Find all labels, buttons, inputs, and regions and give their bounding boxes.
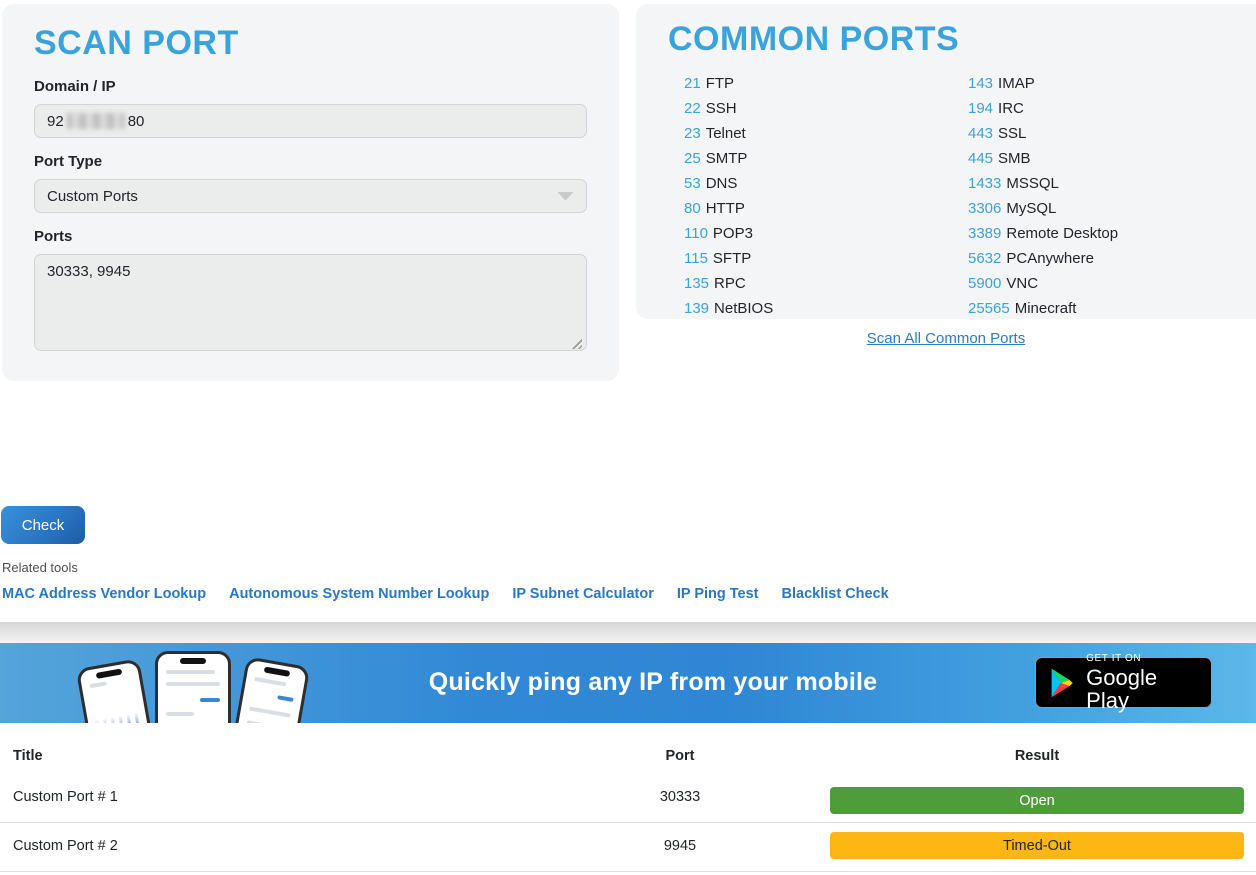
link-blacklist-check[interactable]: Blacklist Check	[782, 586, 889, 602]
port-item: 445SMB	[968, 146, 1236, 171]
google-play-icon	[1049, 667, 1075, 699]
port-item: 1433MSSQL	[968, 171, 1236, 196]
table-row-port: 30333	[610, 789, 750, 805]
page: SCAN PORT Domain / IP 92 80 Port Type Cus…	[0, 0, 1256, 875]
link-asn-lookup[interactable]: Autonomous System Number Lookup	[229, 586, 489, 602]
port-type-label: Port Type	[34, 153, 587, 170]
common-ports-grid: 21FTP 22SSH 23Telnet 25SMTP 53DNS 80HTTP…	[668, 71, 1248, 321]
port-item: 135RPC	[684, 271, 952, 296]
ports-textarea[interactable]	[34, 254, 587, 351]
related-tools-heading: Related tools	[2, 560, 78, 575]
domain-ip-label: Domain / IP	[34, 78, 587, 95]
port-item: 80HTTP	[684, 196, 952, 221]
port-item: 110POP3	[684, 221, 952, 246]
table-row-divider	[0, 822, 1256, 823]
scan-all-common-ports-wrap: Scan All Common Ports	[636, 330, 1256, 348]
port-type-select[interactable]: Custom Ports	[34, 179, 587, 213]
table-row-title: Custom Port # 2	[13, 838, 118, 854]
port-item: 53DNS	[684, 171, 952, 196]
port-item: 5900VNC	[968, 271, 1236, 296]
table-header-port: Port	[610, 748, 750, 764]
table-header-title: Title	[13, 748, 43, 764]
check-button[interactable]: Check	[1, 506, 85, 544]
common-ports-panel: COMMON PORTS 21FTP 22SSH 23Telnet 25SMTP…	[636, 4, 1256, 319]
domain-input[interactable]: 92 80	[34, 104, 587, 138]
port-item: 115SFTP	[684, 246, 952, 271]
port-item: 143IMAP	[968, 71, 1236, 96]
port-item: 22SSH	[684, 96, 952, 121]
port-item: 139NetBIOS	[684, 296, 952, 321]
google-play-large-text: Google Play	[1086, 666, 1198, 712]
phone-mockup	[155, 651, 231, 723]
domain-value-prefix: 92	[47, 113, 64, 130]
domain-value-suffix: 80	[128, 113, 145, 130]
port-item: 443SSL	[968, 121, 1236, 146]
domain-value-redacted	[67, 113, 125, 129]
common-ports-title: COMMON PORTS	[668, 20, 1248, 59]
port-item: 25SMTP	[684, 146, 952, 171]
port-item: 3389Remote Desktop	[968, 221, 1236, 246]
common-ports-column-2: 143IMAP 194IRC 443SSL 445SMB 1433MSSQL 3…	[952, 71, 1236, 321]
scan-port-panel: SCAN PORT Domain / IP 92 80 Port Type Cus…	[2, 4, 619, 381]
table-header-result: Result	[830, 748, 1244, 764]
scan-all-common-ports-link[interactable]: Scan All Common Ports	[867, 330, 1025, 347]
status-badge-open: Open	[830, 787, 1244, 814]
ports-label: Ports	[34, 228, 587, 245]
port-item: 25565Minecraft	[968, 296, 1236, 321]
status-badge-timed-out: Timed-Out	[830, 832, 1244, 859]
chevron-down-icon	[557, 192, 574, 201]
phone-notch	[180, 658, 206, 664]
port-item: 194IRC	[968, 96, 1236, 121]
link-ip-subnet-calculator[interactable]: IP Subnet Calculator	[512, 586, 654, 602]
link-ip-ping-test[interactable]: IP Ping Test	[677, 586, 759, 602]
google-play-badge[interactable]: GET IT ON Google Play	[1035, 657, 1212, 708]
port-item: 5632PCAnywhere	[968, 246, 1236, 271]
related-tools-links: MAC Address Vendor Lookup Autonomous Sys…	[2, 586, 889, 602]
table-row-title: Custom Port # 1	[13, 789, 118, 805]
port-item: 3306MySQL	[968, 196, 1236, 221]
scan-port-title: SCAN PORT	[34, 24, 587, 63]
common-ports-column-1: 21FTP 22SSH 23Telnet 25SMTP 53DNS 80HTTP…	[668, 71, 952, 321]
port-item: 23Telnet	[684, 121, 952, 146]
port-type-value: Custom Ports	[47, 188, 138, 205]
port-item: 21FTP	[684, 71, 952, 96]
link-mac-address-vendor-lookup[interactable]: MAC Address Vendor Lookup	[2, 586, 206, 602]
google-play-badge-text: GET IT ON Google Play	[1086, 653, 1198, 712]
table-row-divider	[0, 871, 1256, 872]
ports-textarea-wrap	[34, 254, 587, 356]
google-play-small-text: GET IT ON	[1086, 653, 1198, 666]
section-divider	[0, 622, 1256, 643]
table-row-port: 9945	[610, 838, 750, 854]
mini-chart	[95, 712, 146, 723]
